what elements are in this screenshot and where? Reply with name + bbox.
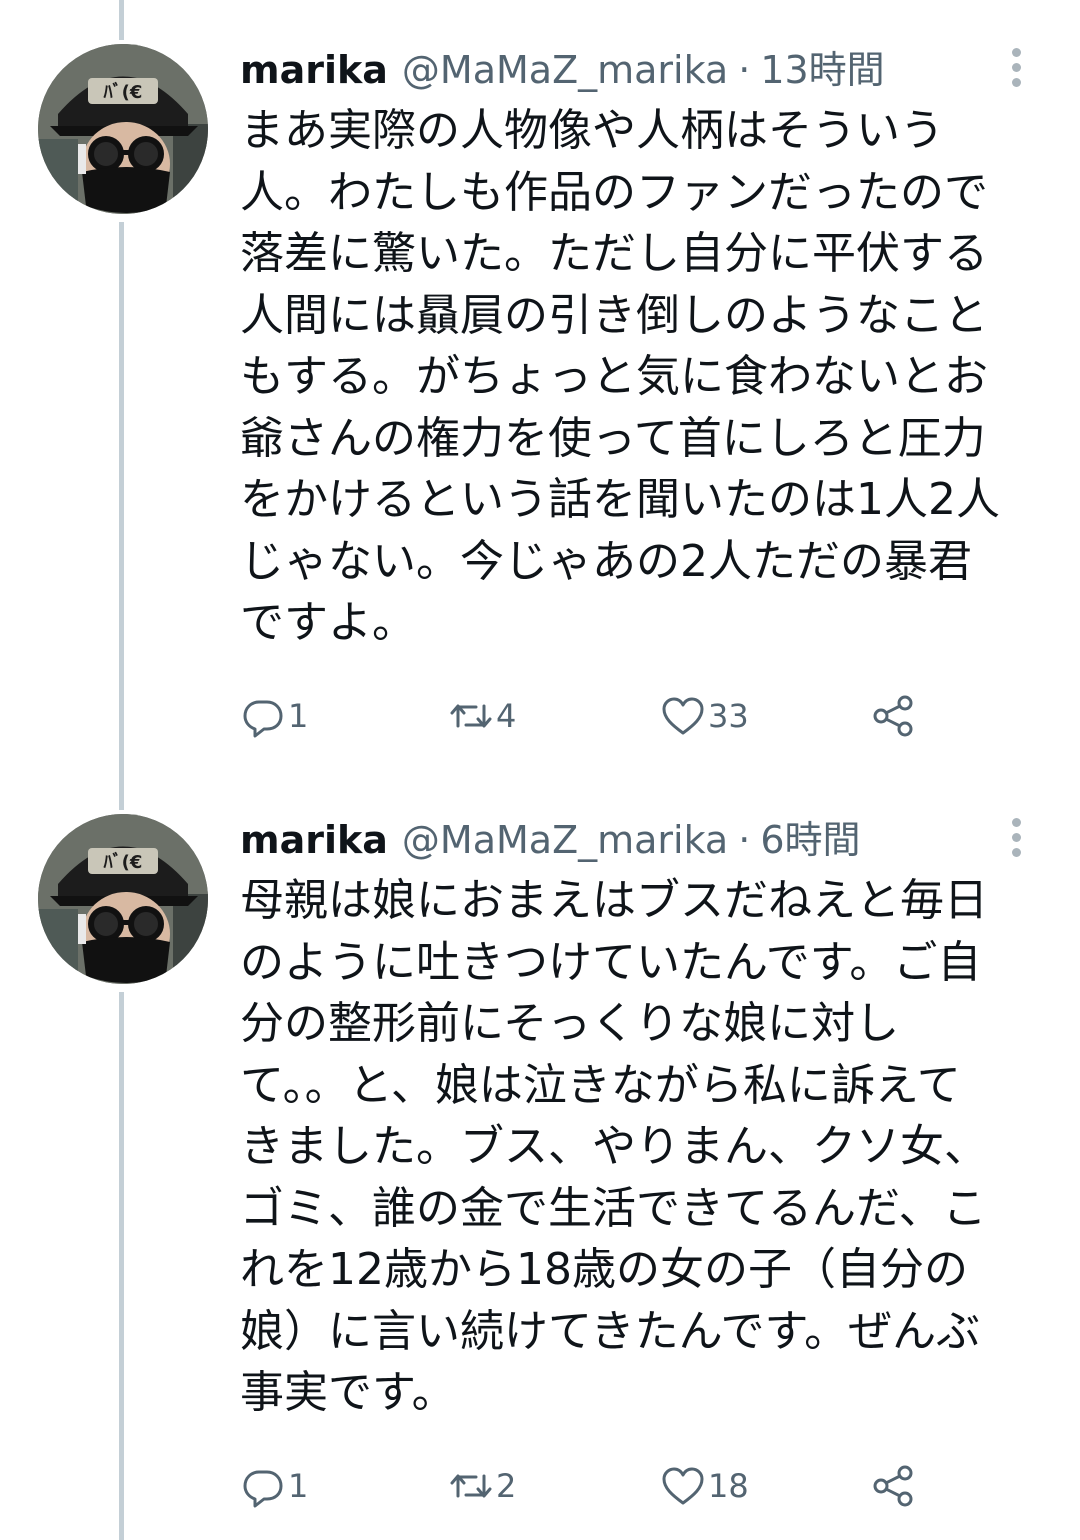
timestamp[interactable]: 6時間 bbox=[760, 815, 860, 865]
like-count: 18 bbox=[708, 1467, 749, 1505]
avatar-image: ﾊﾞ(€ bbox=[38, 814, 208, 984]
share-button[interactable] bbox=[870, 1458, 916, 1514]
reply-count: 1 bbox=[288, 697, 309, 735]
avatar-image: ﾊﾞ(€ bbox=[38, 44, 208, 214]
tweet[interactable]: ﾊﾞ(€ marika @MaMaZ_marika · 6時間 母親は娘におまえ… bbox=[0, 770, 1080, 1540]
tweet-header: marika @MaMaZ_marika · 6時間 bbox=[240, 815, 1020, 865]
retweet-icon bbox=[450, 704, 492, 728]
display-name[interactable]: marika bbox=[240, 45, 388, 95]
like-button[interactable]: 33 bbox=[660, 688, 749, 744]
like-icon bbox=[662, 697, 704, 735]
retweet-icon bbox=[450, 1474, 492, 1498]
more-icon[interactable] bbox=[1004, 42, 1028, 92]
timeline: ﾊﾞ(€ marika @MaMaZ_marika · 13時間 まあ実際の人物… bbox=[0, 0, 1080, 1540]
share-icon bbox=[873, 1465, 913, 1507]
retweet-button[interactable]: 2 bbox=[448, 1458, 516, 1514]
tweet-text: まあ実際の人物像や人柄はそういう 人。わたしも作品のファンだったので 落差に驚い… bbox=[240, 105, 1000, 648]
svg-text:ﾊﾞ(€: ﾊﾞ(€ bbox=[103, 81, 143, 103]
reply-icon bbox=[243, 1470, 283, 1508]
retweet-count: 2 bbox=[496, 1467, 517, 1505]
like-button[interactable]: 18 bbox=[660, 1458, 749, 1514]
share-icon bbox=[873, 695, 913, 737]
display-name[interactable]: marika bbox=[240, 815, 388, 865]
reply-button[interactable]: 1 bbox=[240, 1458, 308, 1514]
reply-button[interactable]: 1 bbox=[240, 688, 308, 744]
like-count: 33 bbox=[708, 697, 749, 735]
retweet-count: 4 bbox=[496, 697, 517, 735]
user-handle[interactable]: @MaMaZ_marika bbox=[402, 815, 728, 865]
more-icon[interactable] bbox=[1004, 812, 1028, 862]
reply-icon bbox=[243, 700, 283, 738]
tweet-header: marika @MaMaZ_marika · 13時間 bbox=[240, 45, 1020, 95]
separator-dot: · bbox=[738, 818, 751, 862]
avatar[interactable]: ﾊﾞ(€ bbox=[38, 44, 208, 214]
tweet-actions: 1 4 33 bbox=[240, 688, 960, 744]
avatar[interactable]: ﾊﾞ(€ bbox=[38, 814, 208, 984]
like-icon bbox=[662, 1467, 704, 1505]
tweet[interactable]: ﾊﾞ(€ marika @MaMaZ_marika · 13時間 まあ実際の人物… bbox=[0, 0, 1080, 800]
share-button[interactable] bbox=[870, 688, 916, 744]
separator-dot: · bbox=[738, 48, 751, 92]
retweet-button[interactable]: 4 bbox=[448, 688, 516, 744]
tweet-text: 母親は娘におまえはブスだねえと毎日 のように吐きつけていたんです。ご自 分の整形… bbox=[240, 875, 988, 1418]
reply-count: 1 bbox=[288, 1467, 309, 1505]
tweet-actions: 1 2 18 bbox=[240, 1458, 960, 1514]
svg-text:ﾊﾞ(€: ﾊﾞ(€ bbox=[103, 851, 143, 873]
timestamp[interactable]: 13時間 bbox=[760, 45, 884, 95]
user-handle[interactable]: @MaMaZ_marika bbox=[402, 45, 728, 95]
